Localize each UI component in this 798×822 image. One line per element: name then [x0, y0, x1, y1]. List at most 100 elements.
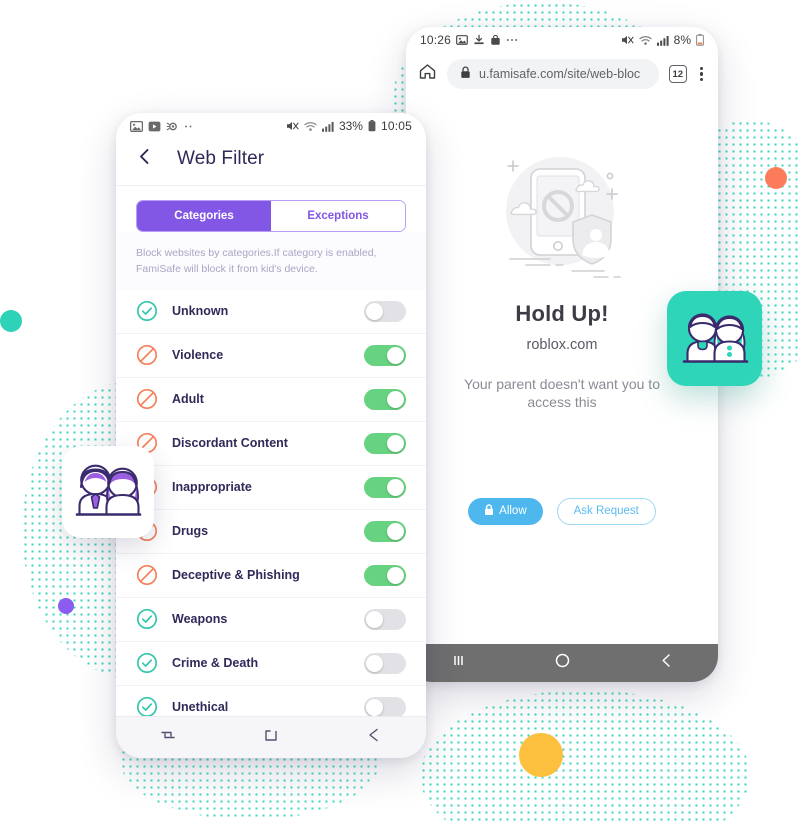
- android-navbar-browser: [406, 644, 718, 682]
- kebab-menu-icon[interactable]: [697, 65, 706, 84]
- category-label: Inappropriate: [172, 480, 252, 495]
- table-row[interactable]: Weapons: [116, 598, 426, 642]
- table-row[interactable]: Discordant Content: [116, 422, 426, 466]
- category-toggle[interactable]: [364, 520, 406, 542]
- category-label: Deceptive & Phishing: [172, 568, 300, 583]
- home-icon[interactable]: [553, 651, 572, 675]
- battery-percent: 8%: [673, 33, 691, 47]
- table-row[interactable]: Drugs: [116, 510, 426, 554]
- category-toggle[interactable]: [364, 564, 406, 586]
- tab-exceptions[interactable]: Exceptions: [271, 201, 405, 231]
- purple-dot: [58, 598, 74, 614]
- back-icon[interactable]: [365, 726, 383, 749]
- battery-percent: 33%: [338, 119, 363, 133]
- dotted-halo-bottom: [420, 690, 750, 822]
- famisafe-parents-icon: [75, 464, 142, 516]
- check-circle-icon: [136, 300, 158, 322]
- category-label: Violence: [172, 348, 224, 363]
- status-bar-app: 33% 10:05: [116, 113, 426, 139]
- lock-icon: [484, 504, 494, 519]
- filter-description: Block websites by categories.If category…: [116, 232, 426, 290]
- category-toggle[interactable]: [364, 344, 406, 366]
- blocked-circle-icon: [136, 344, 158, 366]
- category-label: Adult: [172, 392, 204, 407]
- check-circle-icon: [136, 696, 158, 718]
- category-toggle[interactable]: [364, 300, 406, 322]
- lock-icon: [460, 66, 471, 82]
- back-icon[interactable]: [657, 651, 676, 675]
- table-row[interactable]: Unknown: [116, 290, 426, 334]
- screenshot-icon: [166, 121, 179, 132]
- blocked-phone-shield-illustration: [484, 143, 640, 299]
- browser-toolbar: u.famisafe.com/site/web-bloc 12: [406, 53, 718, 101]
- check-circle-icon: [136, 652, 158, 674]
- teal-dot: [0, 310, 22, 332]
- home-icon[interactable]: [418, 62, 437, 86]
- wifi-icon: [639, 35, 652, 46]
- page-title: Web Filter: [177, 148, 265, 169]
- orange-dot: [765, 167, 787, 189]
- home-icon[interactable]: [262, 726, 280, 749]
- image-icon: [129, 120, 144, 132]
- back-chevron-icon[interactable]: [136, 147, 153, 171]
- signal-icon: [656, 35, 669, 46]
- status-time: 10:26: [420, 33, 452, 47]
- tab-categories[interactable]: Categories: [137, 201, 271, 231]
- wifi-icon: [304, 121, 317, 132]
- android-navbar-app: [116, 716, 426, 758]
- famisafe-kids-icon-card: [667, 291, 762, 386]
- more-dots-icon: [184, 124, 194, 129]
- category-toggle[interactable]: [364, 608, 406, 630]
- mute-icon: [621, 34, 634, 46]
- category-toggle[interactable]: [364, 476, 406, 498]
- category-label: Weapons: [172, 612, 228, 627]
- table-row[interactable]: Crime & Death: [116, 642, 426, 686]
- blocked-circle-icon: [136, 564, 158, 586]
- tab-counter-button[interactable]: 12: [668, 65, 687, 83]
- table-row[interactable]: Violence: [116, 334, 426, 378]
- image-icon: [456, 34, 468, 46]
- bag-icon: [490, 34, 501, 46]
- ask-request-button[interactable]: Ask Request: [556, 497, 656, 525]
- table-row[interactable]: Adult: [116, 378, 426, 422]
- category-label: Discordant Content: [172, 436, 288, 451]
- yellow-dot: [519, 733, 563, 777]
- block-subtitle: Your parent doesn't want you to access t…: [464, 376, 660, 411]
- table-row[interactable]: Deceptive & Phishing: [116, 554, 426, 598]
- app-header: Web Filter: [116, 139, 426, 186]
- recents-icon[interactable]: [449, 651, 468, 675]
- battery-low-icon: [696, 34, 704, 46]
- status-bar-browser: 10:26 8%: [406, 27, 718, 53]
- phone-famisafe-app: 33% 10:05 Web Filter Categories Exceptio…: [116, 113, 426, 758]
- download-icon: [473, 34, 485, 46]
- table-row[interactable]: Inappropriate: [116, 466, 426, 510]
- category-label: Unknown: [172, 304, 229, 319]
- filter-tabs: Categories Exceptions: [136, 200, 406, 232]
- block-title: Hold Up!: [515, 301, 609, 326]
- video-icon: [148, 121, 161, 132]
- category-list: Unknown Violence Adult Discordant Conten…: [116, 289, 426, 730]
- blocked-circle-icon: [136, 388, 158, 410]
- category-toggle[interactable]: [364, 432, 406, 454]
- ask-request-button-label: Ask Request: [573, 505, 639, 518]
- battery-icon: [368, 120, 376, 132]
- signal-icon: [321, 121, 334, 132]
- poster-canvas: 10:26 8% u.famisafe.com/site/web-bloc 12…: [0, 0, 798, 822]
- status-time: 10:05: [380, 119, 412, 133]
- category-label: Unethical: [172, 700, 229, 715]
- blocked-domain: roblox.com: [526, 337, 598, 353]
- recents-icon[interactable]: [159, 726, 177, 749]
- mute-icon: [286, 120, 299, 132]
- check-circle-icon: [136, 608, 158, 630]
- famisafe-parents-icon-card: [62, 446, 154, 538]
- category-toggle[interactable]: [364, 652, 406, 674]
- block-actions: Allow Ask Request: [468, 497, 656, 525]
- category-label: Drugs: [172, 524, 209, 539]
- url-bar[interactable]: u.famisafe.com/site/web-bloc: [447, 59, 659, 89]
- url-text: u.famisafe.com/site/web-bloc: [479, 67, 641, 81]
- category-toggle[interactable]: [364, 696, 406, 718]
- more-dots-icon: [506, 37, 518, 43]
- category-label: Crime & Death: [172, 656, 259, 671]
- category-toggle[interactable]: [364, 388, 406, 410]
- allow-button[interactable]: Allow: [468, 497, 543, 525]
